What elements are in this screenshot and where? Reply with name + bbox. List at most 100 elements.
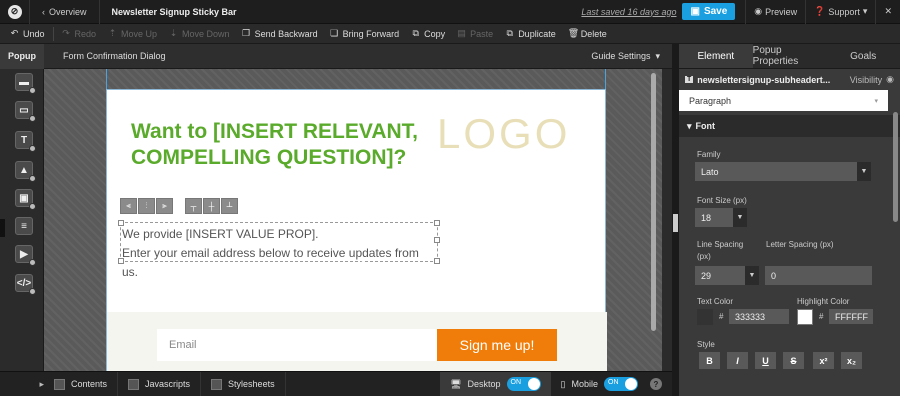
code-tool-button[interactable]: </> [15,274,36,295]
box-icon: ▬ [19,76,29,88]
chevron-down-icon: ▼ [733,208,747,227]
align-middle-icon[interactable]: ┼ [203,198,220,214]
letter-spacing-value: 0 [771,270,777,281]
save-label: Save [703,6,728,17]
guide-settings-menu[interactable]: Guide Settings ▾ [591,51,672,62]
mobile-toggle[interactable]: ON [604,377,638,391]
contents-tab[interactable]: Contents [44,371,119,396]
superscript-button[interactable]: x² [813,352,834,369]
form-tool-button[interactable]: ▣ [15,189,36,210]
tab-form-confirmation-dialog[interactable]: Form Confirmation Dialog [44,51,591,61]
email-field[interactable]: Email [157,329,437,361]
form-icon: ▣ [19,192,29,204]
italic-button[interactable]: I [727,352,748,369]
toolbar-divider [52,26,54,41]
paste-button[interactable]: ▤ Paste [451,24,499,44]
popup-preview: Want to [INSERT RELEVANT, COMPELLING QUE… [106,89,607,371]
highlight-color-swatch[interactable] [797,309,813,325]
resize-handle[interactable] [434,237,440,243]
eye-icon: ◉ [886,74,894,84]
desktop-toggle[interactable]: ON [506,377,541,391]
resize-handle[interactable] [118,220,124,226]
font-size-select[interactable]: 18 ▼ [695,208,747,227]
duplicate-button[interactable]: ⧉ Duplicate [499,24,562,44]
tab-element[interactable]: Element [679,44,753,68]
logo-placeholder[interactable]: LOGO [437,110,570,158]
align-bottom-icon[interactable]: ┴ [221,198,238,214]
close-button[interactable]: ✕ [875,0,900,24]
line-spacing-select[interactable]: 29 ▼ [695,266,759,285]
support-menu[interactable]: ❓ Support ▾ [805,0,875,24]
font-size-label: Font Size (px) [697,196,747,205]
text-tool-button[interactable]: T [15,131,36,152]
javascripts-tab[interactable]: Javascripts [118,371,202,396]
rail-collapse-handle[interactable] [0,219,5,237]
tab-goals[interactable]: Goals [826,44,900,68]
copy-label: Copy [424,28,446,39]
overview-link[interactable]: ‹ Overview [30,0,100,24]
dropdown-dot [29,115,36,122]
font-section-header[interactable]: ▾ Font [679,115,900,137]
font-family-select[interactable]: Lato ▼ [695,162,871,181]
mobile-label: Mobile [571,379,598,389]
contents-label: Contents [71,379,108,389]
subheader-line-1: We provide [INSERT VALUE PROP]. [122,227,319,241]
toggle-on-label: ON [510,379,522,386]
stylesheets-tab[interactable]: Stylesheets [201,371,286,396]
highlight-color-label: Highlight Color [797,297,850,306]
button-tool-button[interactable]: ▭ [15,101,36,122]
underline-button[interactable]: U [755,352,776,369]
edit-toolbar: ↶ Undo ↷ Redo ⇡ Move Up ⇣ Move Down ❐ Send Ba… [0,24,900,44]
list-tool-button[interactable]: ≡ [15,217,33,235]
highlight-color-input[interactable]: FFFFFF [829,309,873,324]
resize-handle[interactable] [118,258,124,264]
image-tool-button[interactable]: ▲ [15,161,36,182]
panel-collapse-handle[interactable] [673,214,678,232]
strikethrough-button[interactable]: S [783,352,804,369]
help-icon[interactable]: ? [650,378,662,390]
tab-popup[interactable]: Popup [0,43,44,69]
contents-expand-toggle[interactable]: ▸ [0,372,44,396]
text-color-swatch[interactable] [697,309,713,325]
mobile-view-tab[interactable]: ▯ Mobile ON ? [551,372,672,396]
canvas-scrollbar[interactable] [651,73,656,331]
resize-handle[interactable] [434,220,440,226]
text-color-input[interactable]: 333333 [729,309,789,324]
letter-spacing-label: Letter Spacing (px) [766,240,834,249]
tab-popup-properties[interactable]: Popup Properties [753,44,827,68]
hash-label: # [819,312,824,321]
redo-button[interactable]: ↷ Redo [56,24,103,44]
undo-button[interactable]: ↶ Undo [4,24,51,44]
save-button[interactable]: ▣ Save [682,3,736,20]
visibility-toggle[interactable]: Visibility ◉ [850,74,900,85]
desktop-label: Desktop [467,379,501,389]
move-up-label: Move Up [121,28,158,39]
send-backward-button[interactable]: ❐ Send Backward [236,24,324,44]
sign-up-button[interactable]: Sign me up! [437,329,557,361]
align-right-icon[interactable]: ⫸ [156,198,173,214]
subheader-text-selected[interactable]: We provide [INSERT VALUE PROP]. Enter yo… [118,220,440,279]
desktop-view-tab[interactable]: 🖥 Desktop ON [440,371,551,396]
align-center-icon[interactable]: ⫶ [138,198,155,214]
last-saved-status[interactable]: Last saved 16 days ago [581,7,676,17]
app-logo[interactable]: ⊘ [0,0,30,24]
move-up-button[interactable]: ⇡ Move Up [102,24,163,44]
headline-text[interactable]: Want to [INSERT RELEVANT, COMPELLING QUE… [131,119,421,171]
top-header: ⊘ ‹ Overview Newsletter Signup Sticky Ba… [0,0,900,24]
subscript-button[interactable]: x₂ [841,352,862,369]
resize-handle[interactable] [434,258,440,264]
editor-canvas[interactable]: Want to [INSERT RELEVANT, COMPELLING QUE… [44,69,662,371]
panel-scrollbar[interactable] [893,112,898,222]
bring-forward-button[interactable]: ❏ Bring Forward [324,24,406,44]
letter-spacing-input[interactable]: 0 [765,266,872,285]
bold-button[interactable]: B [699,352,720,369]
copy-button[interactable]: ⧉ Copy [405,24,451,44]
text-type-select[interactable]: Paragraph ▾ [679,90,888,111]
video-tool-button[interactable]: ▶ [15,245,36,266]
align-left-icon[interactable]: ⫷ [120,198,137,214]
box-tool-button[interactable]: ▬ [15,73,36,94]
preview-button[interactable]: ◉ Preview [745,0,805,24]
move-down-button[interactable]: ⇣ Move Down [163,24,236,44]
delete-button[interactable]: 🗑 Delete [562,24,613,44]
align-top-icon[interactable]: ┬ [185,198,202,214]
